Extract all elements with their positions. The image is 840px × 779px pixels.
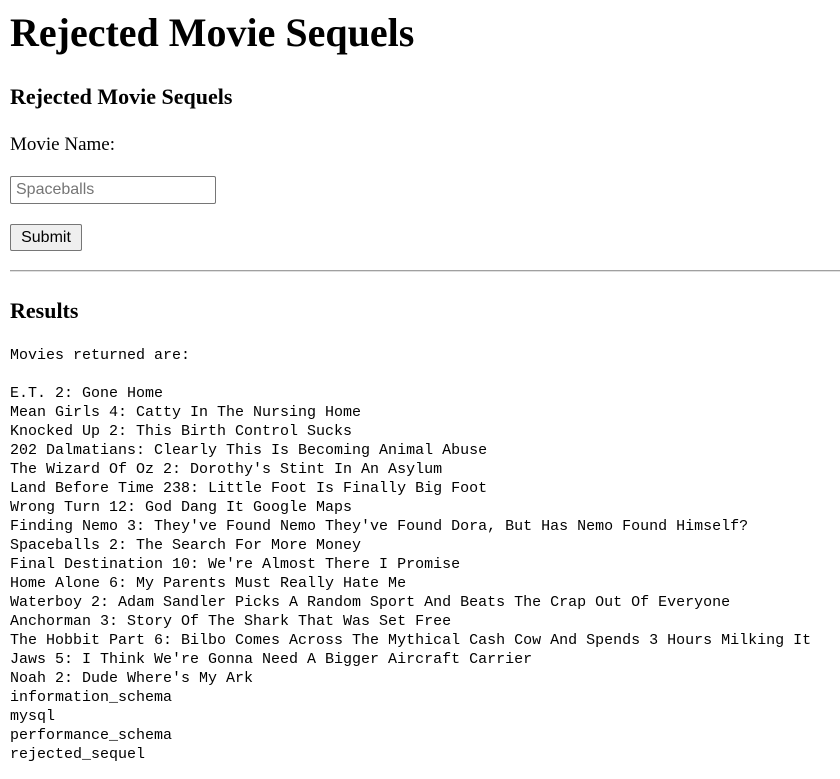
results-gap: [10, 365, 811, 384]
results-intro: Movies returned are:: [10, 347, 191, 364]
result-item: performance_schema: [10, 727, 173, 744]
result-item: E.T. 2: Gone Home: [10, 385, 164, 402]
result-item: rejected_sequel: [10, 746, 146, 763]
divider: [10, 270, 840, 272]
result-item: Home Alone 6: My Parents Must Really Hat…: [10, 575, 407, 592]
result-item: Anchorman 3: Story Of The Shark That Was…: [10, 613, 452, 630]
movie-name-input[interactable]: [10, 176, 216, 204]
form-heading: Rejected Movie Sequels: [10, 84, 233, 109]
result-item: mysql: [10, 708, 56, 725]
page: Rejected Movie Sequels Rejected Movie Se…: [0, 0, 840, 763]
results-output: Movies returned are: E.T. 2: Gone Home Mea…: [10, 346, 811, 764]
results-list: E.T. 2: Gone Home Mean Girls 4: Catty In …: [10, 384, 811, 764]
result-item: Finding Nemo 3: They've Found Nemo They'…: [10, 518, 749, 535]
result-item: Noah 2: Dude Where's My Ark: [10, 670, 254, 687]
movie-name-label: Movie Name:: [10, 134, 116, 155]
results-heading: Results: [10, 298, 79, 323]
result-item: information_schema: [10, 689, 173, 706]
result-item: 202 Dalmatians: Clearly This Is Becoming…: [10, 442, 488, 459]
result-item: Land Before Time 238: Little Foot Is Fin…: [10, 480, 488, 497]
result-item: Waterboy 2: Adam Sandler Picks A Random …: [10, 594, 731, 611]
result-item: The Wizard Of Oz 2: Dorothy's Stint In A…: [10, 461, 443, 478]
submit-button[interactable]: Submit: [10, 224, 82, 251]
result-item: Spaceballs 2: The Search For More Money: [10, 537, 362, 554]
result-item: Knocked Up 2: This Birth Control Sucks: [10, 423, 353, 440]
result-item: Wrong Turn 12: God Dang It Google Maps: [10, 499, 353, 516]
page-title: Rejected Movie Sequels: [10, 10, 415, 55]
result-item: Final Destination 10: We're Almost There…: [10, 556, 461, 573]
result-item: The Hobbit Part 6: Bilbo Comes Across Th…: [10, 632, 812, 649]
result-item: Mean Girls 4: Catty In The Nursing Home: [10, 404, 362, 421]
result-item: Jaws 5: I Think We're Gonna Need A Bigge…: [10, 651, 533, 668]
